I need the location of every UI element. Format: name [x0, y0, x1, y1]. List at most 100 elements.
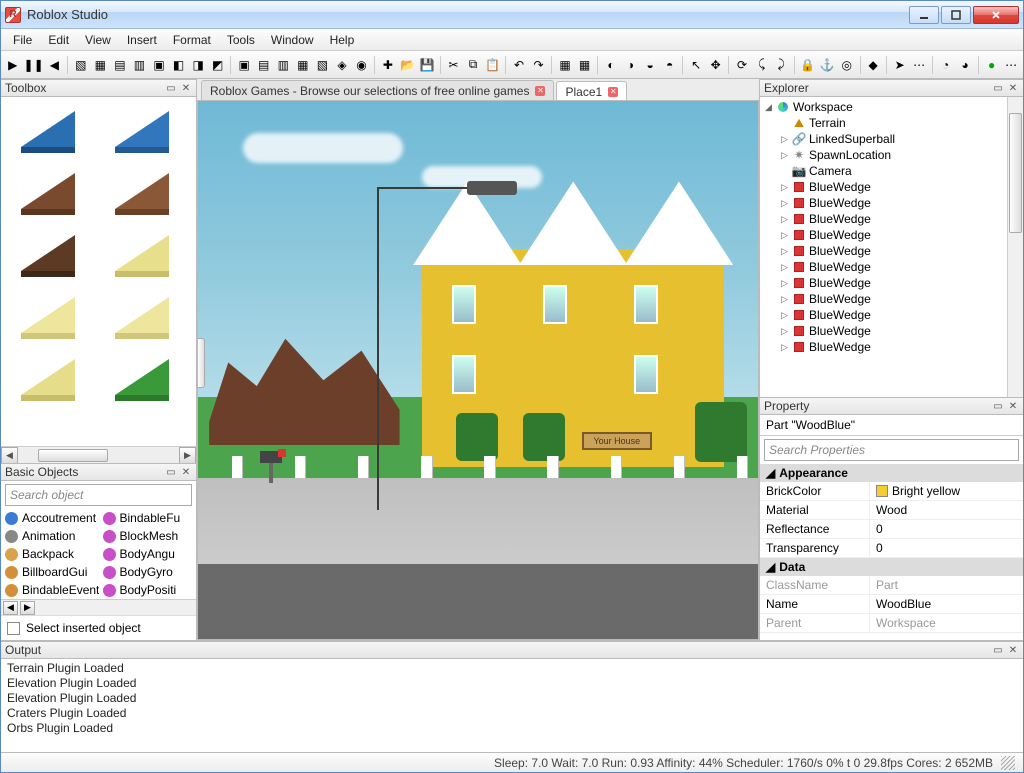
- basic-object-item[interactable]: BindableFu: [99, 509, 197, 527]
- scroll-left-icon[interactable]: ◀: [1, 447, 18, 463]
- tool-icon[interactable]: ◨: [189, 55, 207, 75]
- menu-window[interactable]: Window: [263, 31, 322, 49]
- toolbox-item[interactable]: [109, 227, 175, 279]
- tool-icon[interactable]: ◆: [864, 55, 882, 75]
- tree-node[interactable]: ▷🔗LinkedSuperball: [760, 131, 1023, 147]
- tool-icon[interactable]: ▣: [150, 55, 168, 75]
- panel-float-icon[interactable]: ▭: [992, 400, 1004, 412]
- toolbox-item[interactable]: [15, 289, 81, 341]
- tool-icon[interactable]: ◩: [209, 55, 227, 75]
- play-icon[interactable]: ▶: [4, 55, 22, 75]
- tree-expander-icon[interactable]: ▷: [780, 263, 789, 272]
- tree-node[interactable]: ▷BlueWedge: [760, 243, 1023, 259]
- run-icon[interactable]: ➤: [891, 55, 909, 75]
- viewport-grip[interactable]: [197, 338, 205, 388]
- tool-icon[interactable]: ◐: [602, 55, 620, 75]
- tree-node[interactable]: ▷✷SpawnLocation: [760, 147, 1023, 163]
- tab-close-icon[interactable]: ✕: [535, 86, 545, 96]
- redo-icon[interactable]: ↷: [530, 55, 548, 75]
- lock-icon[interactable]: 🔒: [799, 55, 817, 75]
- tab-roblox-games[interactable]: Roblox Games - Browse our selections of …: [201, 80, 554, 100]
- tool-icon[interactable]: ◉: [353, 55, 371, 75]
- tool-icon[interactable]: ⋯: [910, 55, 928, 75]
- tool-icon[interactable]: ⋯: [1002, 55, 1020, 75]
- tree-expander-icon[interactable]: ▷: [780, 215, 789, 224]
- scroll-right-icon[interactable]: ▶: [179, 447, 196, 463]
- panel-float-icon[interactable]: ▭: [165, 82, 177, 94]
- minimize-button[interactable]: [909, 6, 939, 24]
- basic-object-item[interactable]: Backpack: [1, 545, 99, 563]
- play-solo-icon[interactable]: ●: [983, 55, 1001, 75]
- undo-icon[interactable]: ↶: [510, 55, 528, 75]
- basic-object-item[interactable]: BodyAngu: [99, 545, 197, 563]
- scrollbar-thumb[interactable]: [38, 449, 108, 462]
- tool-icon[interactable]: ▥: [131, 55, 149, 75]
- property-row[interactable]: NameWoodBlue: [760, 595, 1023, 614]
- tool-icon[interactable]: ◎: [838, 55, 856, 75]
- tree-expander-icon[interactable]: ▷: [780, 231, 789, 240]
- property-search[interactable]: Search Properties: [764, 439, 1019, 461]
- tab-place1[interactable]: Place1 ✕: [556, 81, 627, 101]
- tilt-icon[interactable]: ⤹: [753, 55, 771, 75]
- step-icon[interactable]: ◀: [46, 55, 64, 75]
- tree-expander-icon[interactable]: [780, 119, 789, 128]
- tree-expander-icon[interactable]: ▷: [780, 199, 789, 208]
- tree-node[interactable]: ⛰Terrain: [760, 115, 1023, 131]
- panel-close-icon[interactable]: ✕: [180, 466, 192, 478]
- tool-icon[interactable]: ▦: [556, 55, 574, 75]
- tool-icon[interactable]: ▥: [274, 55, 292, 75]
- toolbox-item[interactable]: [15, 351, 81, 403]
- tool-icon[interactable]: ▧: [314, 55, 332, 75]
- tool-icon[interactable]: ◧: [170, 55, 188, 75]
- toolbox-scrollbar[interactable]: ◀ ▶: [1, 446, 196, 463]
- tilt-icon[interactable]: ⤸: [772, 55, 790, 75]
- panel-close-icon[interactable]: ✕: [180, 82, 192, 94]
- basic-object-item[interactable]: Animation: [1, 527, 99, 545]
- property-section-appearance[interactable]: ◢Appearance: [760, 464, 1023, 482]
- basic-object-item[interactable]: BodyPositi: [99, 581, 197, 599]
- basic-object-item[interactable]: BlockMesh: [99, 527, 197, 545]
- menu-file[interactable]: File: [5, 31, 40, 49]
- tree-expander-icon[interactable]: ▷: [780, 151, 789, 160]
- tree-node[interactable]: ▷BlueWedge: [760, 195, 1023, 211]
- tool-icon[interactable]: ▤: [255, 55, 273, 75]
- tool-icon[interactable]: ▦: [576, 55, 594, 75]
- explorer-scrollbar[interactable]: [1007, 97, 1023, 397]
- tree-node[interactable]: ▷BlueWedge: [760, 259, 1023, 275]
- tree-node[interactable]: 📷Camera: [760, 163, 1023, 179]
- tree-node[interactable]: ▷BlueWedge: [760, 211, 1023, 227]
- viewport-3d[interactable]: Your House: [197, 100, 759, 640]
- anchor-icon[interactable]: ⚓: [818, 55, 836, 75]
- open-icon[interactable]: 📂: [399, 55, 417, 75]
- menu-edit[interactable]: Edit: [40, 31, 77, 49]
- toolbox-item[interactable]: [15, 227, 81, 279]
- property-row[interactable]: Transparency0: [760, 539, 1023, 558]
- tree-node[interactable]: ▷BlueWedge: [760, 323, 1023, 339]
- basic-object-item[interactable]: BodyGyro: [99, 563, 197, 581]
- cut-icon[interactable]: ✂: [445, 55, 463, 75]
- tool-icon[interactable]: ▧: [72, 55, 90, 75]
- explorer-tree[interactable]: ◢Workspace⛰Terrain▷🔗LinkedSuperball▷✷Spa…: [760, 97, 1023, 397]
- basic-object-item[interactable]: BindableEvent: [1, 581, 99, 599]
- move-icon[interactable]: ✥: [707, 55, 725, 75]
- basic-object-item[interactable]: Accoutrement: [1, 509, 99, 527]
- save-icon[interactable]: 💾: [418, 55, 436, 75]
- menu-help[interactable]: Help: [322, 31, 363, 49]
- property-row[interactable]: BrickColorBright yellow: [760, 482, 1023, 501]
- paste-icon[interactable]: 📋: [484, 55, 502, 75]
- tree-node[interactable]: ▷BlueWedge: [760, 227, 1023, 243]
- toolbox-item[interactable]: [109, 289, 175, 341]
- panel-close-icon[interactable]: ✕: [1007, 400, 1019, 412]
- tree-expander-icon[interactable]: ▷: [780, 295, 789, 304]
- tool-icon[interactable]: ◔: [937, 55, 955, 75]
- panel-float-icon[interactable]: ▭: [992, 82, 1004, 94]
- close-button[interactable]: [973, 6, 1019, 24]
- tool-icon[interactable]: ◒: [641, 55, 659, 75]
- rotate-icon[interactable]: ⟳: [733, 55, 751, 75]
- tree-node[interactable]: ▷BlueWedge: [760, 179, 1023, 195]
- panel-close-icon[interactable]: ✕: [1007, 82, 1019, 94]
- copy-icon[interactable]: ⧉: [464, 55, 482, 75]
- tool-icon[interactable]: ◑: [622, 55, 640, 75]
- menu-insert[interactable]: Insert: [119, 31, 165, 49]
- select-inserted-checkbox[interactable]: [7, 622, 20, 635]
